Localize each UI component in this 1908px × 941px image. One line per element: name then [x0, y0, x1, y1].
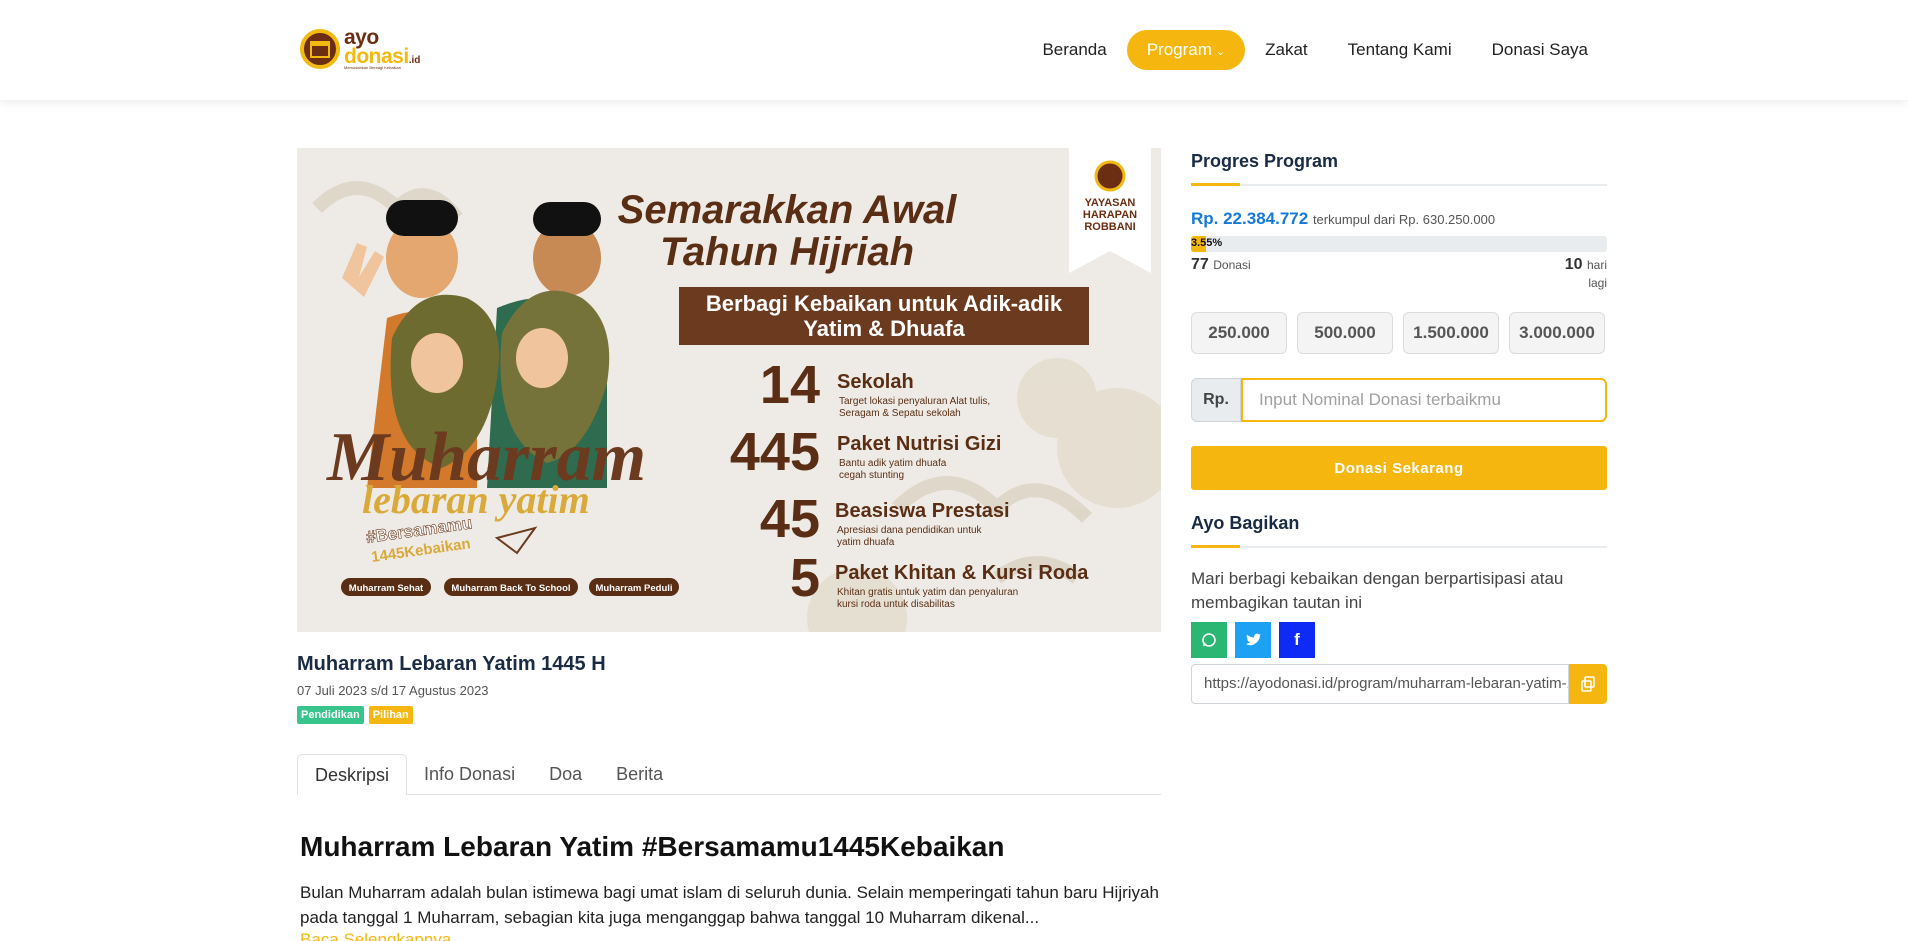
- read-more-link[interactable]: Baca Selengkapnya: [300, 930, 451, 941]
- logo-emblem-icon: [300, 29, 340, 69]
- program-date: 07 Juli 2023 s/d 17 Agustus 2023: [297, 683, 489, 698]
- program-banner: YAYASAN HARAPAN ROBBANI Muharram lebaran…: [297, 148, 1161, 632]
- days-left-value: 10: [1564, 256, 1583, 273]
- logo-text-suffix: .id: [408, 55, 421, 66]
- collected-amount: Rp. 22.384.772: [1191, 209, 1309, 228]
- copy-icon: [1581, 676, 1595, 692]
- twitter-share-button[interactable]: [1235, 622, 1271, 658]
- preset-amounts: 250.000 500.000 1.500.000 3.000.000: [1191, 312, 1605, 354]
- program-badges: Pendidikan Pilihan: [297, 706, 413, 724]
- badge-pilihan: Pilihan: [368, 706, 413, 724]
- progress-bar: [1191, 236, 1607, 252]
- stat-title: Beasiswa Prestasi: [835, 500, 1010, 522]
- nav-item-tentang-kami[interactable]: Tentang Kami: [1328, 30, 1472, 70]
- stat-number: 14: [760, 355, 820, 415]
- collected-amount-row: Rp. 22.384.772 terkumpul dari Rp. 630.25…: [1191, 209, 1495, 229]
- pill-muharram-peduli: Muharram Peduli: [595, 583, 672, 594]
- stat-desc: Bantu adik yatim dhuafa: [839, 458, 947, 469]
- whatsapp-icon: [1202, 633, 1216, 647]
- copy-link-button[interactable]: [1569, 664, 1607, 704]
- tab-info-donasi[interactable]: Info Donasi: [407, 754, 532, 795]
- stat-title: Sekolah: [837, 371, 914, 393]
- banner-headline-line2: Tahun Hijriah: [660, 230, 914, 274]
- preset-amount-button[interactable]: 500.000: [1297, 312, 1393, 354]
- yayasan-line3: ROBBANI: [1084, 221, 1135, 233]
- preset-amount-button[interactable]: 3.000.000: [1509, 312, 1605, 354]
- donate-now-button[interactable]: Donasi Sekarang: [1191, 446, 1607, 490]
- badge-pendidikan: Pendidikan: [297, 706, 364, 724]
- stat-number: 445: [730, 422, 820, 482]
- donation-amount-input[interactable]: [1241, 378, 1607, 422]
- facebook-icon: f: [1294, 630, 1300, 649]
- collected-target: terkumpul dari Rp. 630.250.000: [1312, 212, 1496, 227]
- pill-back-to-school: Muharram Back To School: [451, 583, 570, 594]
- donation-amount-group: Rp.: [1191, 378, 1607, 422]
- stat-desc: cegah stunting: [839, 470, 904, 481]
- share-link-field[interactable]: https://ayodonasi.id/program/muharram-le…: [1191, 664, 1569, 704]
- stat-desc: kursi roda untuk disabilitas: [837, 599, 955, 610]
- stat-desc: yatim dhuafa: [837, 537, 895, 548]
- share-description: Mari berbagi kebaikan dengan berpartisip…: [1191, 569, 1564, 612]
- tab-deskripsi[interactable]: Deskripsi: [297, 754, 408, 795]
- stat-number: 5: [790, 548, 820, 608]
- facebook-share-button[interactable]: f: [1279, 622, 1315, 658]
- preset-amount-button[interactable]: 1.500.000: [1403, 312, 1499, 354]
- description-body: Bulan Muharram adalah bulan istimewa bag…: [300, 883, 1159, 927]
- yayasan-line2: HARAPAN: [1083, 209, 1137, 221]
- tab-doa[interactable]: Doa: [532, 754, 599, 795]
- nav-item-program[interactable]: Program ⌄: [1126, 30, 1246, 70]
- whatsapp-share-button[interactable]: [1191, 622, 1227, 658]
- share-link-group: https://ayodonasi.id/program/muharram-le…: [1191, 664, 1607, 704]
- share-buttons: f: [1191, 622, 1315, 658]
- tab-berita[interactable]: Berita: [599, 754, 680, 795]
- stat-title: Paket Khitan & Kursi Roda: [835, 562, 1089, 584]
- progress-section-title: Progres Program: [1191, 151, 1339, 171]
- nav-item-zakat[interactable]: Zakat: [1245, 30, 1328, 70]
- progress-section-divider: [1191, 183, 1607, 186]
- stat-desc: Target lokasi penyaluran Alat tulis,: [839, 396, 990, 407]
- donor-count-label: Donasi: [1213, 258, 1251, 272]
- pill-muharram-sehat: Muharram Sehat: [349, 583, 424, 594]
- stat-number: 45: [760, 489, 820, 549]
- lebaran-yatim-text: lebaran yatim: [362, 477, 590, 522]
- program-tabs: Deskripsi Info Donasi Doa Berita: [297, 754, 1161, 795]
- banner-subheadline-line1: Berbagi Kebaikan untuk Adik-adik: [706, 291, 1063, 316]
- days-left-label: hari lagi: [1586, 258, 1607, 290]
- share-section-divider: [1191, 545, 1607, 548]
- logo[interactable]: ayo donasi.id Memudahkan Berbagi Kebaika…: [300, 27, 421, 70]
- navbar: ayo donasi.id Memudahkan Berbagi Kebaika…: [0, 0, 1908, 100]
- banner-subheadline-line2: Yatim & Dhuafa: [803, 316, 965, 341]
- stat-title: Paket Nutrisi Gizi: [837, 433, 1002, 455]
- donor-count-value: 77: [1191, 256, 1209, 273]
- share-section-title: Ayo Bagikan: [1191, 513, 1300, 533]
- chevron-down-icon: ⌄: [1215, 46, 1226, 58]
- twitter-icon: [1246, 633, 1261, 646]
- banner-pills: Muharram Sehat Muharram Back To School M…: [341, 578, 679, 596]
- preset-amount-button[interactable]: 250.000: [1191, 312, 1287, 354]
- banner-headline-line1: Semarakkan Awal: [618, 188, 958, 232]
- logo-tagline: Memudahkan Berbagi Kebaikan: [344, 65, 401, 70]
- nav-item-program-label: Program: [1146, 40, 1212, 59]
- days-left: 10 hari lagi: [1543, 256, 1607, 292]
- donor-count: 77 Donasi: [1191, 256, 1251, 274]
- yayasan-line1: YAYASAN: [1085, 197, 1136, 209]
- nav-item-beranda[interactable]: Beranda: [1022, 30, 1126, 70]
- progress-percent: 3.55%: [1191, 237, 1223, 249]
- stat-desc: Seragam & Sepatu sekolah: [839, 408, 961, 419]
- description-title: Muharram Lebaran Yatim #Bersamamu1445Keb…: [300, 831, 1005, 862]
- program-title: Muharram Lebaran Yatim 1445 H: [297, 653, 606, 675]
- stat-desc: Apresiasi dana pendidikan untuk: [837, 525, 983, 536]
- currency-prefix: Rp.: [1191, 378, 1241, 422]
- nav-item-donasi-saya[interactable]: Donasi Saya: [1472, 30, 1608, 70]
- main-nav: Beranda Program ⌄ Zakat Tentang Kami Dona…: [1022, 30, 1608, 70]
- stat-desc: Khitan gratis untuk yatim dan penyaluran: [837, 587, 1018, 598]
